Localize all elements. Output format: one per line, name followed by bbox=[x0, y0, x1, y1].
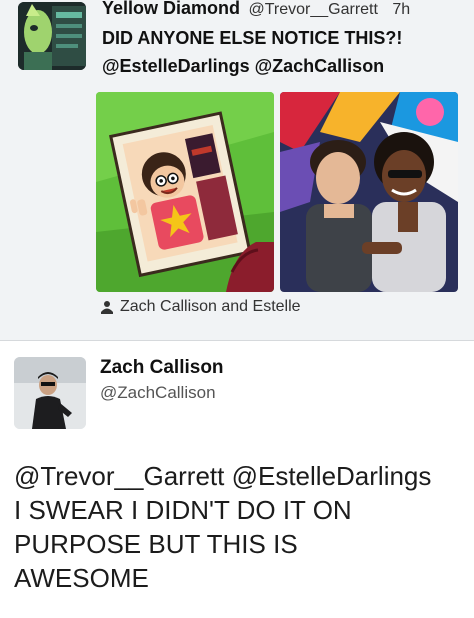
tweet2-mentions[interactable]: @Trevor__Garrett @EstelleDarlings bbox=[14, 459, 469, 493]
tweet2-body: @Trevor__Garrett @EstelleDarlings I SWEA… bbox=[14, 459, 469, 595]
tweet1-mentions[interactable]: @EstelleDarlings @ZachCallison bbox=[102, 56, 384, 77]
tweet2-text-line: PURPOSE BUT THIS IS bbox=[14, 529, 298, 559]
yellow-diamond-avatar[interactable] bbox=[18, 2, 86, 70]
media-gallery bbox=[96, 92, 458, 292]
tweet1-header: Yellow Diamond @Trevor__Garrett 7h bbox=[102, 0, 410, 19]
photo-caption[interactable]: Zach Callison and Estelle bbox=[100, 298, 301, 319]
reply-tweet: Zach Callison @ZachCallison @Trevor__Gar… bbox=[0, 341, 474, 618]
cartoon-photo[interactable] bbox=[96, 92, 274, 292]
display-name[interactable]: Yellow Diamond bbox=[102, 0, 240, 18]
display-name[interactable]: Zach Callison bbox=[100, 357, 224, 379]
timestamp[interactable]: 7h bbox=[392, 1, 410, 18]
user-handle[interactable]: @Trevor__Garrett bbox=[248, 1, 377, 18]
quoted-tweet: Yellow Diamond @Trevor__Garrett 7h DID A… bbox=[0, 0, 474, 341]
zach-callison-avatar[interactable] bbox=[14, 357, 86, 429]
tweet2-text-line: I SWEAR I DIDN'T DO IT ON bbox=[14, 495, 352, 525]
person-icon bbox=[100, 300, 114, 319]
user-handle[interactable]: @ZachCallison bbox=[100, 383, 216, 403]
tweet1-text-line1: DID ANYONE ELSE NOTICE THIS?! bbox=[102, 28, 403, 48]
caption-text: Zach Callison and Estelle bbox=[120, 298, 301, 315]
celebrity-photo[interactable] bbox=[280, 92, 458, 292]
tweet2-text-line: AWESOME bbox=[14, 563, 149, 593]
